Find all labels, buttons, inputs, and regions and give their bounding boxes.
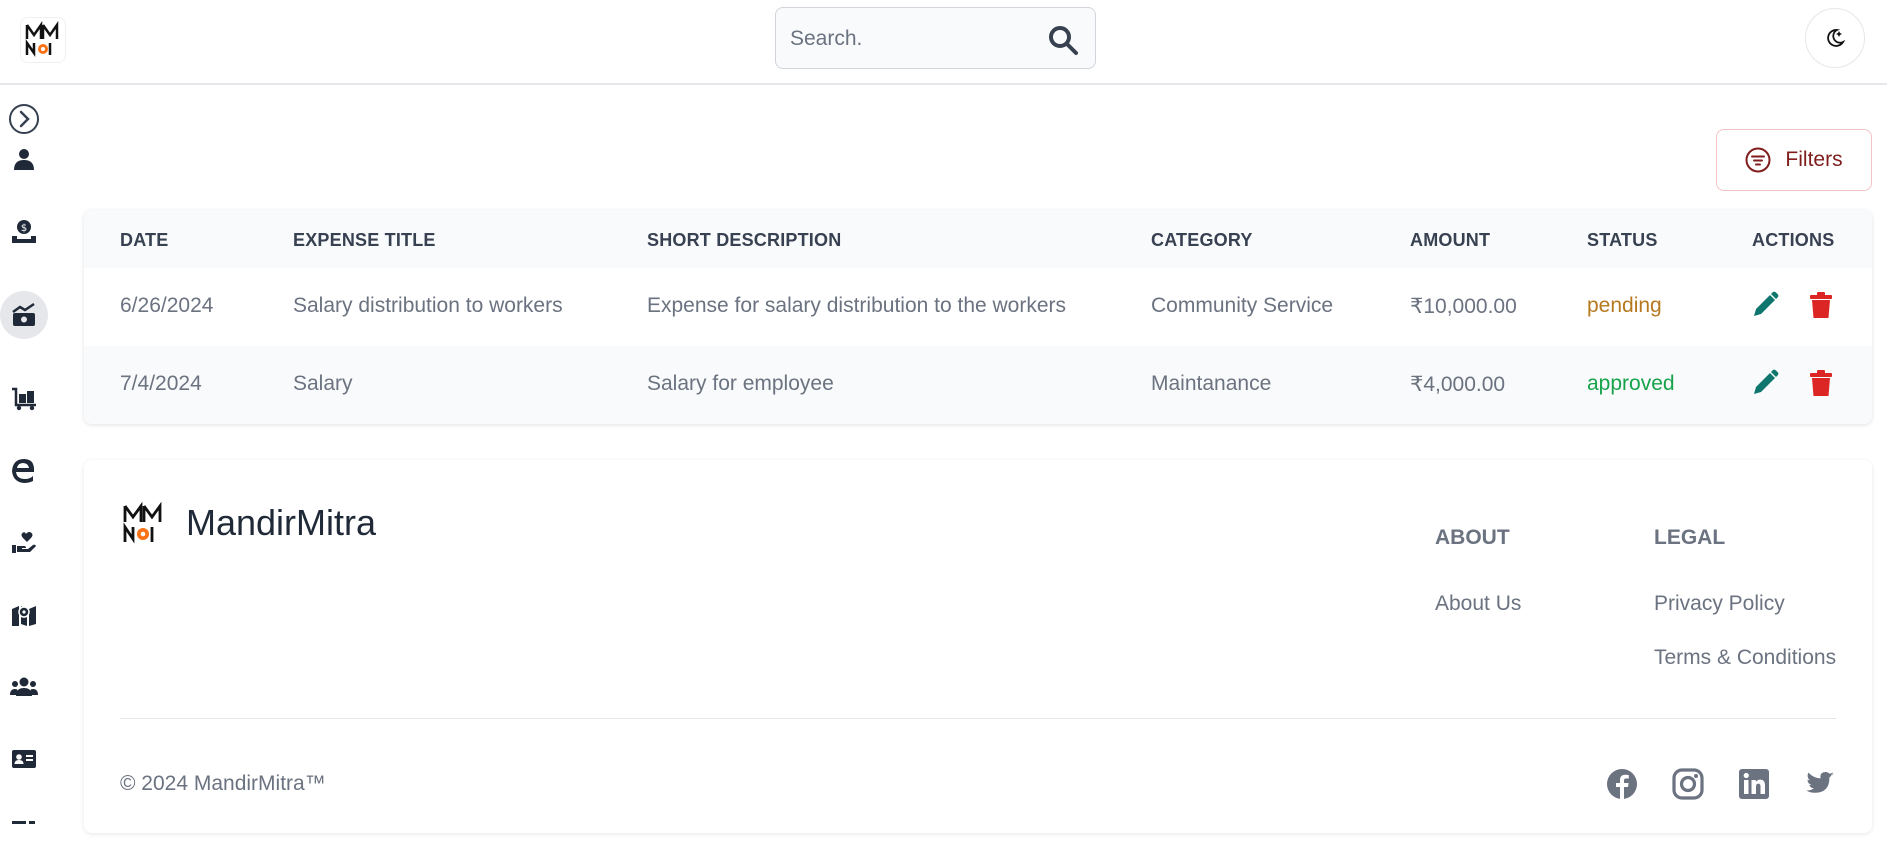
column-header-short-description: SHORT DESCRIPTION	[647, 230, 842, 250]
footer-divider	[120, 718, 1836, 719]
expenses-table: DATE EXPENSE TITLE SHORT DESCRIPTION CAT…	[84, 210, 1872, 424]
cell-title: Salary distribution to workers	[293, 294, 563, 317]
column-header-actions: ACTIONS	[1752, 230, 1835, 250]
sidebar-item-staff[interactable]	[0, 735, 48, 783]
footer-link-privacy-policy[interactable]: Privacy Policy	[1654, 592, 1785, 616]
search-input[interactable]	[790, 22, 1030, 56]
cell-category: Community Service	[1151, 294, 1334, 317]
sidebar-item-inventory[interactable]	[0, 375, 48, 423]
sidebar-item-seva[interactable]	[0, 519, 48, 567]
sidebar-item-expenses[interactable]	[0, 291, 48, 339]
mandirmitra-logo[interactable]	[20, 17, 66, 63]
filters-label: Filters	[1785, 148, 1843, 171]
moon-icon	[1827, 29, 1846, 47]
footer-about-heading: ABOUT	[1435, 526, 1510, 549]
delete-icon[interactable]	[1806, 290, 1836, 320]
search-icon[interactable]	[1047, 24, 1079, 56]
map-icon	[12, 606, 36, 626]
cell-description: Expense for salary distribution to the w…	[647, 294, 1067, 317]
sidebar-item-locations[interactable]	[0, 591, 48, 639]
footer-link-about-us[interactable]: About Us	[1435, 592, 1521, 616]
filter-icon	[1745, 147, 1771, 173]
cell-date: 7/4/2024	[120, 372, 202, 395]
status-badge: pending	[1587, 294, 1662, 317]
status-badge: approved	[1587, 372, 1675, 395]
linkedin-icon[interactable]	[1738, 768, 1770, 800]
donation-icon: $	[12, 220, 36, 243]
cell-amount: ₹10,000.00	[1410, 295, 1517, 318]
id-card-icon	[12, 750, 36, 768]
expense-icon	[12, 302, 35, 326]
footer: MandirMitra ABOUT About Us LEGAL Privacy…	[84, 460, 1872, 833]
top-bar	[0, 0, 1887, 85]
svg-text:$: $	[21, 223, 27, 234]
delete-icon[interactable]	[1806, 368, 1836, 398]
search-box[interactable]	[775, 7, 1096, 69]
cell-date: 6/26/2024	[120, 294, 214, 317]
edit-icon[interactable]	[1750, 368, 1780, 398]
footer-link-terms[interactable]: Terms & Conditions	[1654, 646, 1836, 670]
column-header-status: STATUS	[1587, 230, 1658, 250]
chevron-right-icon	[9, 104, 39, 134]
hand-heart-icon	[12, 532, 36, 553]
theme-toggle-button[interactable]	[1805, 8, 1865, 68]
users-icon	[10, 677, 38, 696]
column-header-expense-title: EXPENSE TITLE	[293, 230, 436, 250]
footer-legal-heading: LEGAL	[1654, 526, 1726, 549]
cell-title: Salary	[293, 372, 353, 395]
sidebar-item-events[interactable]	[0, 447, 48, 495]
footer-copyright: © 2024 MandirMitra™	[120, 772, 326, 795]
edit-icon[interactable]	[1750, 290, 1780, 320]
facebook-icon[interactable]	[1606, 768, 1638, 800]
user-icon	[14, 149, 34, 170]
luggage-cart-icon	[12, 387, 36, 411]
table-row: 7/4/2024 Salary Salary for employee Main…	[84, 346, 1872, 424]
table-row: 6/26/2024 Salary distribution to workers…	[84, 268, 1872, 346]
column-header-category: CATEGORY	[1151, 230, 1253, 250]
instagram-icon[interactable]	[1672, 768, 1704, 800]
sidebar-item-donations[interactable]: $	[0, 207, 48, 255]
sidebar-item-more[interactable]	[0, 815, 48, 863]
table-header: DATE EXPENSE TITLE SHORT DESCRIPTION CAT…	[84, 210, 1872, 268]
cell-description: Salary for employee	[647, 372, 834, 395]
footer-brand[interactable]: MandirMitra	[186, 502, 376, 544]
column-header-date: DATE	[120, 230, 169, 250]
footer-logo[interactable]	[122, 502, 166, 546]
filters-button[interactable]: Filters	[1716, 129, 1872, 191]
sidebar-item-profile[interactable]	[0, 135, 48, 183]
sidebar-item-members[interactable]	[0, 663, 48, 711]
twitter-icon[interactable]	[1804, 768, 1836, 800]
edge-icon	[12, 459, 35, 483]
column-header-amount: AMOUNT	[1410, 230, 1491, 250]
cell-amount: ₹4,000.00	[1410, 373, 1506, 396]
more-icon	[12, 821, 35, 824]
cell-category: Maintanance	[1151, 372, 1272, 395]
